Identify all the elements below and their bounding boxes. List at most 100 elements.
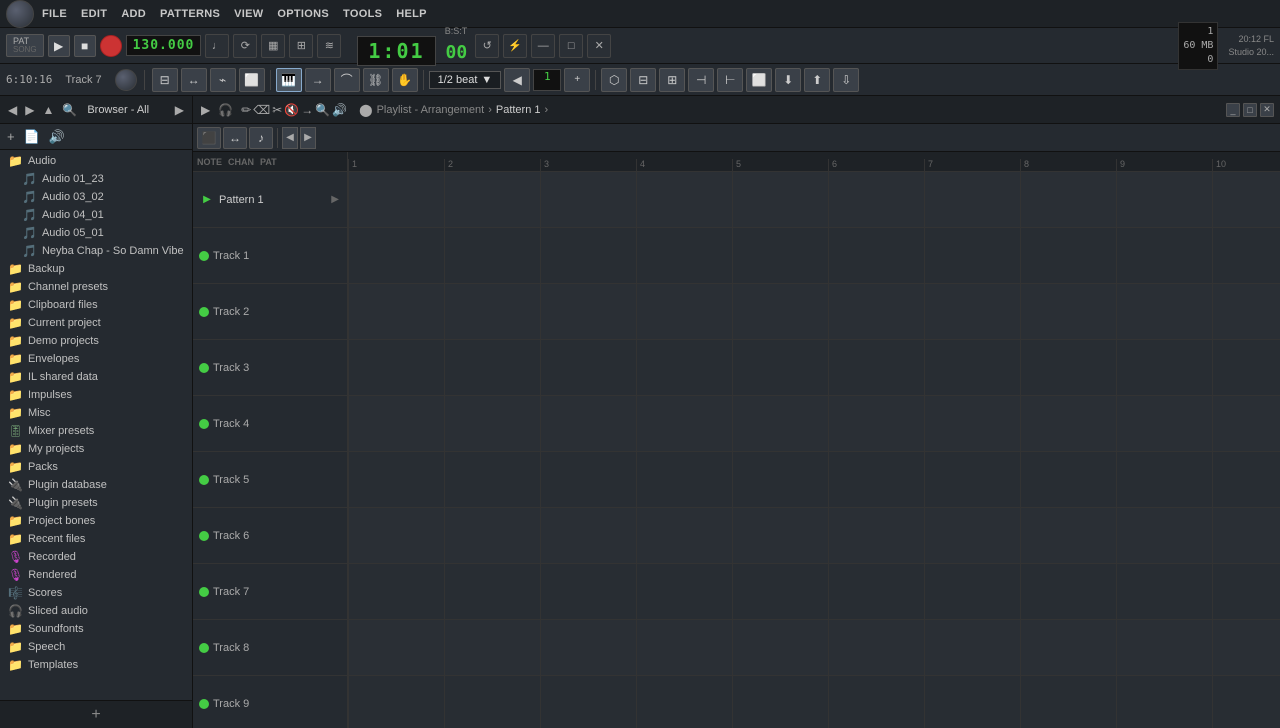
snap-right-btn[interactable]: → <box>305 68 331 92</box>
track-cell-9-3[interactable] <box>540 620 636 675</box>
main-volume-knob[interactable] <box>6 0 34 28</box>
sidebar-item-recent-files[interactable]: 📁Recent files <box>0 530 192 548</box>
track-cell-1-2[interactable] <box>444 172 540 227</box>
track-cell-1-5[interactable] <box>732 172 828 227</box>
sidebar-item-impulses[interactable]: 📁Impulses <box>0 386 192 404</box>
menu-add[interactable]: ADD <box>115 6 152 22</box>
draw-tool-btn[interactable]: ⬛ <box>197 127 221 149</box>
track-cell-4-5[interactable] <box>732 340 828 395</box>
track-cell-2-1[interactable] <box>348 228 444 283</box>
track-cell-10-5[interactable] <box>732 676 828 728</box>
track-cell-4-4[interactable] <box>636 340 732 395</box>
sidebar-close-btn[interactable]: ▶ <box>173 103 186 117</box>
track-cell-1-10[interactable] <box>1212 172 1280 227</box>
pl-midi-icon[interactable]: ⬤ <box>359 103 372 117</box>
track-cell-3-7[interactable] <box>924 284 1020 339</box>
up-arrow-btn[interactable]: ⬆ <box>804 68 830 92</box>
track-header-2[interactable]: Track 2 <box>193 284 347 340</box>
track-header-3[interactable]: Track 3 <box>193 340 347 396</box>
track-cell-4-9[interactable] <box>1116 340 1212 395</box>
sidebar-item-speech[interactable]: 📁Speech <box>0 638 192 656</box>
piano-keys-btn[interactable]: 🎹 <box>276 68 302 92</box>
track-cell-2-4[interactable] <box>636 228 732 283</box>
pl-close-btn[interactable]: ✕ <box>1260 103 1274 117</box>
metronome-icon[interactable]: ♩ <box>205 34 229 58</box>
track-cell-5-10[interactable] <box>1212 396 1280 451</box>
track-cell-8-3[interactable] <box>540 564 636 619</box>
track-cell-7-5[interactable] <box>732 508 828 563</box>
track-cell-3-3[interactable] <box>540 284 636 339</box>
sidebar-item-backup[interactable]: 📁Backup <box>0 260 192 278</box>
sidebar-add-bottom[interactable]: + <box>0 700 192 728</box>
track-cell-8-4[interactable] <box>636 564 732 619</box>
snap-curve-btn[interactable]: ⌒ <box>334 68 360 92</box>
track-header-7[interactable]: Track 7 <box>193 564 347 620</box>
sidebar-item-rendered[interactable]: 🎙Rendered <box>0 566 192 584</box>
sidebar-item-audio[interactable]: 📁Audio <box>0 152 192 170</box>
sidebar-back-btn[interactable]: ◀ <box>6 103 19 117</box>
track-cell-7-1[interactable] <box>348 508 444 563</box>
track-cell-7-7[interactable] <box>924 508 1020 563</box>
sidebar-item-demo-projects[interactable]: 📁Demo projects <box>0 332 192 350</box>
plugin2-btn[interactable]: ⬜ <box>746 68 772 92</box>
track-cell-3-2[interactable] <box>444 284 540 339</box>
sidebar-item-packs[interactable]: 📁Packs <box>0 458 192 476</box>
piano-btn[interactable]: ⬜ <box>239 68 265 92</box>
sidebar-item-clipboard-files[interactable]: 📁Clipboard files <box>0 296 192 314</box>
pattern-play-icon[interactable]: ▶ <box>201 194 213 206</box>
track-cell-3-4[interactable] <box>636 284 732 339</box>
mix-icon[interactable]: ⊞ <box>289 34 313 58</box>
track-cell-9-7[interactable] <box>924 620 1020 675</box>
track-cell-2-10[interactable] <box>1212 228 1280 283</box>
pl-pencil-icon[interactable]: ✏ <box>241 103 251 117</box>
track-cell-5-9[interactable] <box>1116 396 1212 451</box>
scroll-right-btn[interactable]: ▶ <box>300 127 316 149</box>
restore-icon[interactable]: □ <box>559 34 583 58</box>
pattern-1-item[interactable]: ▶ Pattern 1 ▶ <box>193 172 347 228</box>
track-cell-4-3[interactable] <box>540 340 636 395</box>
menu-tools[interactable]: TOOLS <box>337 6 388 22</box>
sidebar-item-recorded[interactable]: 🎙Recorded <box>0 548 192 566</box>
sidebar-item-soundfonts[interactable]: 📁Soundfonts <box>0 620 192 638</box>
scroll-left-btn[interactable]: ◀ <box>282 127 298 149</box>
track-cell-1-4[interactable] <box>636 172 732 227</box>
pl-maximize-btn[interactable]: □ <box>1243 103 1257 117</box>
sidebar-item-channel-presets[interactable]: 📁Channel presets <box>0 278 192 296</box>
track-cell-9-5[interactable] <box>732 620 828 675</box>
track-cell-6-2[interactable] <box>444 452 540 507</box>
pl-eraser-icon[interactable]: ⌫ <box>253 103 270 117</box>
track-cell-7-4[interactable] <box>636 508 732 563</box>
track-cell-6-8[interactable] <box>1020 452 1116 507</box>
track-cell-6-6[interactable] <box>828 452 924 507</box>
connect-btn[interactable]: ⌁ <box>210 68 236 92</box>
export-btn[interactable]: ⇩ <box>833 68 859 92</box>
track-cell-5-3[interactable] <box>540 396 636 451</box>
track-cell-2-3[interactable] <box>540 228 636 283</box>
track-cell-5-5[interactable] <box>732 396 828 451</box>
track-cell-7-9[interactable] <box>1116 508 1212 563</box>
pl-arrow-icon[interactable]: → <box>301 103 313 117</box>
track-cell-7-10[interactable] <box>1212 508 1280 563</box>
loop-icon[interactable]: ⟳ <box>233 34 257 58</box>
track-cell-6-1[interactable] <box>348 452 444 507</box>
track-cell-3-10[interactable] <box>1212 284 1280 339</box>
sidebar-speaker-btn[interactable]: 🔊 <box>46 129 68 145</box>
step-input[interactable]: 1 <box>533 69 561 91</box>
pl-zoom-icon[interactable]: 🔍 <box>315 103 330 117</box>
track-cell-9-2[interactable] <box>444 620 540 675</box>
track-cell-4-10[interactable] <box>1212 340 1280 395</box>
track-cell-3-6[interactable] <box>828 284 924 339</box>
menu-view[interactable]: VIEW <box>228 6 269 22</box>
link-btn[interactable]: ⛓ <box>363 68 389 92</box>
track-cell-2-8[interactable] <box>1020 228 1116 283</box>
sidebar-search-icon[interactable]: 🔍 <box>60 103 79 117</box>
track-cell-5-7[interactable] <box>924 396 1020 451</box>
menu-file[interactable]: FILE <box>36 6 73 22</box>
sidebar-add-btn[interactable]: + <box>4 129 18 144</box>
track-cell-6-9[interactable] <box>1116 452 1212 507</box>
track-cell-6-10[interactable] <box>1212 452 1280 507</box>
track-cell-9-4[interactable] <box>636 620 732 675</box>
track-cell-5-1[interactable] <box>348 396 444 451</box>
track-cell-7-2[interactable] <box>444 508 540 563</box>
track-cell-6-4[interactable] <box>636 452 732 507</box>
